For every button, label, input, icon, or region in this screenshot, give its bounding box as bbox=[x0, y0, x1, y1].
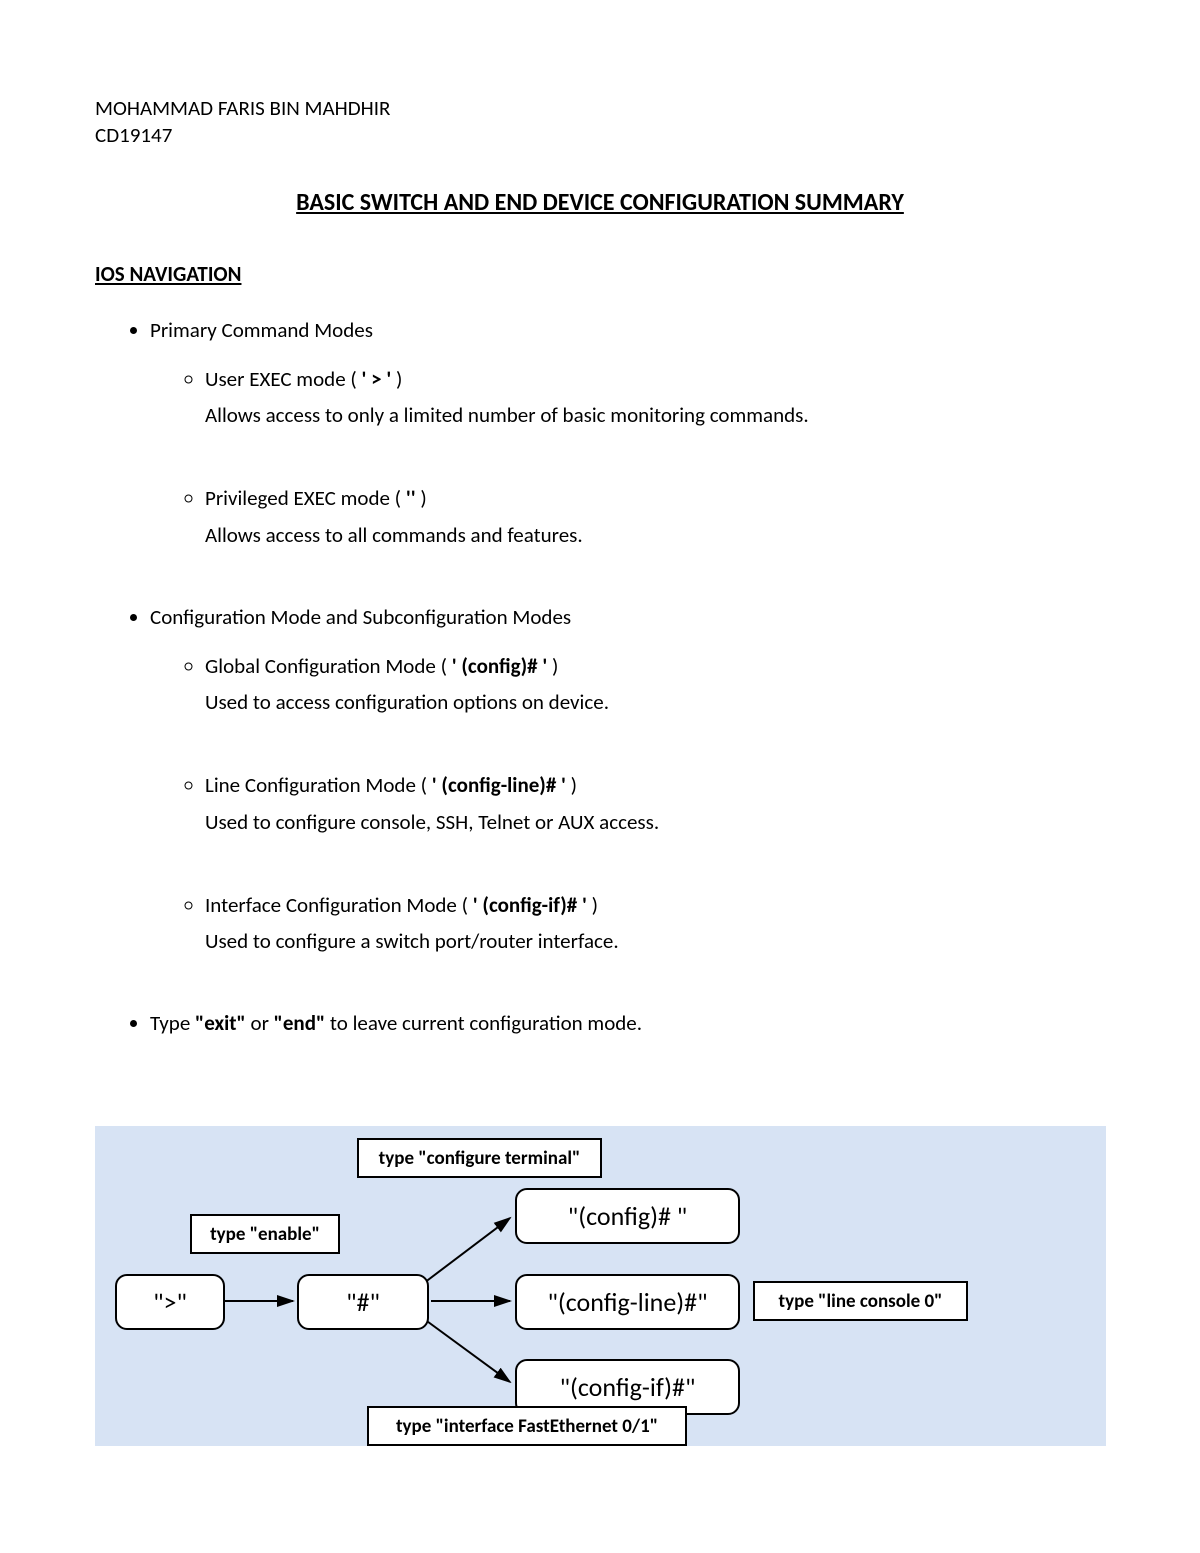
sub-line-config: Line Configuration Mode ( ' (config-line… bbox=[205, 769, 1105, 842]
top-bullet-list: Primary Command Modes User EXEC mode ( '… bbox=[95, 317, 1105, 1036]
label-type-interface-fa01: type "interface FastEthernet 0/1" bbox=[367, 1406, 687, 1446]
sub-global-config: Global Configuration Mode ( ' (config)# … bbox=[205, 650, 1105, 723]
node-config-line: "(config-line)#" bbox=[515, 1274, 740, 1330]
label-type-enable: type "enable" bbox=[190, 1214, 340, 1254]
sub-line-config-desc: Used to configure console, SSH, Telnet o… bbox=[205, 803, 1105, 843]
sub-user-exec: User EXEC mode ( ' > ' ) Allows access t… bbox=[205, 363, 1105, 436]
sub-list-primary: User EXEC mode ( ' > ' ) Allows access t… bbox=[150, 363, 1105, 556]
mode-diagram: ">" "#" "(config)# " "(config-line)#" "(… bbox=[95, 1126, 1106, 1446]
label-type-configure-terminal: type "configure terminal" bbox=[357, 1138, 602, 1178]
document-page: MOHAMMAD FARIS BIN MAHDHIR CD19147 BASIC… bbox=[0, 0, 1200, 1553]
sub-list-config: Global Configuration Mode ( ' (config)# … bbox=[150, 650, 1105, 962]
bullet-config-modes: Configuration Mode and Subconfiguration … bbox=[150, 604, 1105, 962]
sub-priv-exec-desc: Allows access to all commands and featur… bbox=[205, 516, 1105, 556]
node-priv-exec: "#" bbox=[297, 1274, 429, 1330]
node-user-exec: ">" bbox=[115, 1274, 225, 1330]
label-type-line-console-0: type "line console 0" bbox=[753, 1281, 968, 1321]
section-ios-navigation: IOS NAVIGATION bbox=[95, 261, 1105, 287]
bullet-exit-end: Type "exit" or "end" to leave current co… bbox=[150, 1010, 1105, 1036]
node-config: "(config)# " bbox=[515, 1188, 740, 1244]
sub-if-config-desc: Used to configure a switch port/router i… bbox=[205, 922, 1105, 962]
student-name: MOHAMMAD FARIS BIN MAHDHIR bbox=[95, 95, 1105, 122]
sub-if-config: Interface Configuration Mode ( ' (config… bbox=[205, 889, 1105, 962]
bullet-config-title: Configuration Mode and Subconfiguration … bbox=[150, 604, 571, 630]
document-title: BASIC SWITCH AND END DEVICE CONFIGURATIO… bbox=[95, 188, 1105, 217]
bullet-primary-title: Primary Command Modes bbox=[150, 317, 373, 343]
sub-user-exec-desc: Allows access to only a limited number o… bbox=[205, 396, 1105, 436]
sub-global-config-desc: Used to access configuration options on … bbox=[205, 683, 1105, 723]
sub-priv-exec: Privileged EXEC mode ( '' ) Allows acces… bbox=[205, 482, 1105, 555]
bullet-primary-modes: Primary Command Modes User EXEC mode ( '… bbox=[150, 317, 1105, 556]
student-id: CD19147 bbox=[95, 122, 1105, 149]
